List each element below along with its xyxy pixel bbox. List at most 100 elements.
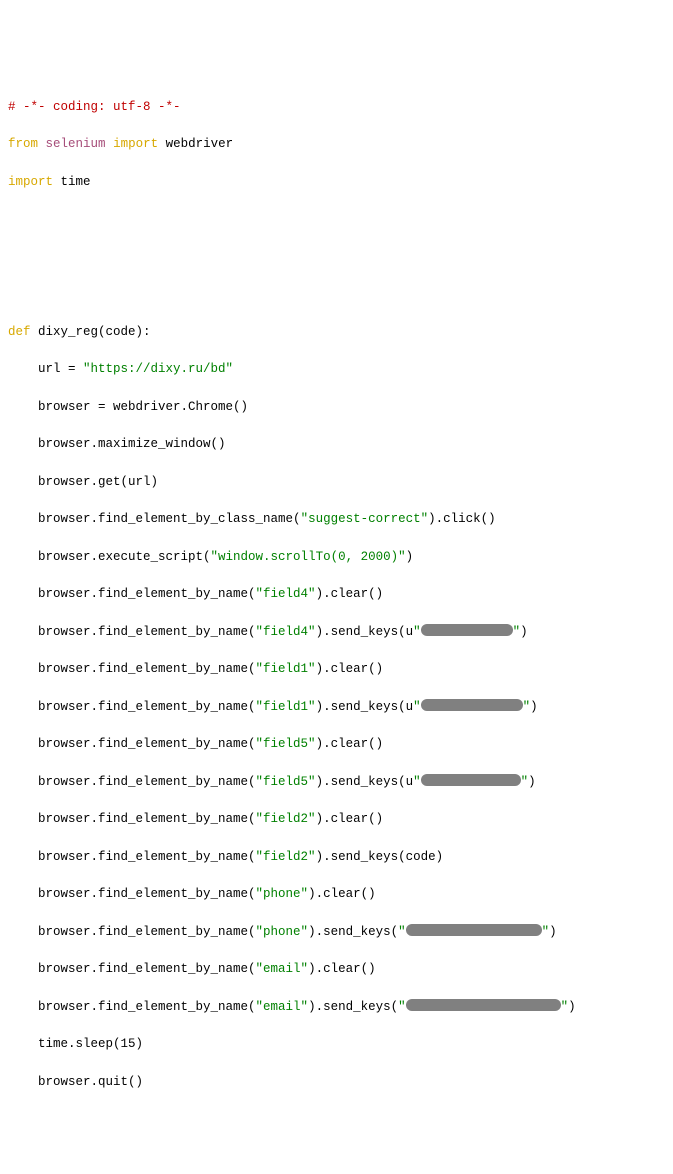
string-literal: "	[413, 700, 421, 714]
string-literal: "	[542, 925, 550, 939]
code-line: import time	[8, 173, 665, 192]
code: )	[528, 775, 536, 789]
code: ).send_keys(	[308, 1000, 398, 1014]
code: ).clear()	[316, 737, 384, 751]
code-line: browser.find_element_by_name("email").se…	[8, 998, 665, 1017]
code: browser.find_element_by_name(	[8, 662, 256, 676]
code-line: def dixy_reg(code):	[8, 323, 665, 342]
code-editor[interactable]: # -*- coding: utf-8 -*- from selenium im…	[8, 79, 665, 1174]
code-line: browser.find_element_by_name("field5").c…	[8, 735, 665, 754]
code: browser.find_element_by_name(	[8, 737, 256, 751]
code-line: time.sleep(15)	[8, 1035, 665, 1054]
code-line: url = "https://dixy.ru/bd"	[8, 360, 665, 379]
code: ).clear()	[308, 962, 376, 976]
keyword-from: from	[8, 137, 38, 151]
code: url =	[8, 362, 83, 376]
keyword-import: import	[8, 175, 53, 189]
code: browser.find_element_by_name(	[8, 812, 256, 826]
code: )	[530, 700, 538, 714]
comment: # -*- coding: utf-8 -*-	[8, 100, 181, 114]
code: browser.find_element_by_class_name(	[8, 512, 301, 526]
module-name: selenium	[46, 137, 106, 151]
code-line: browser.find_element_by_name("phone").cl…	[8, 885, 665, 904]
code-line: browser.quit()	[8, 1073, 665, 1092]
code: browser = webdriver.Chrome()	[8, 400, 248, 414]
code: browser.find_element_by_name(	[8, 887, 256, 901]
function-signature: dixy_reg(code):	[31, 325, 151, 339]
code: ).send_keys(	[308, 925, 398, 939]
code-line: browser.find_element_by_name("field1").c…	[8, 660, 665, 679]
code-line: browser.execute_script("window.scrollTo(…	[8, 548, 665, 567]
string-literal: "	[398, 925, 406, 939]
string-literal: "email"	[256, 962, 309, 976]
string-literal: "field1"	[256, 662, 316, 676]
code: browser.quit()	[8, 1075, 143, 1089]
code: browser.find_element_by_name(	[8, 1000, 256, 1014]
code: browser.find_element_by_name(	[8, 850, 256, 864]
identifier: webdriver	[166, 137, 234, 151]
code-line: browser.find_element_by_name("email").cl…	[8, 960, 665, 979]
code-line: browser.find_element_by_name("field4").s…	[8, 623, 665, 642]
string-literal: "field1"	[256, 700, 316, 714]
code: browser.find_element_by_name(	[8, 587, 256, 601]
string-literal: "field2"	[256, 812, 316, 826]
keyword-def: def	[8, 325, 31, 339]
code-line: from selenium import webdriver	[8, 135, 665, 154]
redacted-text	[421, 699, 523, 711]
blank-line	[8, 210, 665, 229]
code-line: browser.find_element_by_name("field2").c…	[8, 810, 665, 829]
code-line: browser.find_element_by_name("field1").s…	[8, 698, 665, 717]
code-line: browser.find_element_by_name("field5").s…	[8, 773, 665, 792]
string-literal: "	[523, 700, 531, 714]
string-literal: "field4"	[256, 587, 316, 601]
code: )	[406, 550, 414, 564]
string-literal: "email"	[256, 1000, 309, 1014]
code-line: browser.get(url)	[8, 473, 665, 492]
code-line: # -*- coding: utf-8 -*-	[8, 98, 665, 117]
string-literal: "https://dixy.ru/bd"	[83, 362, 233, 376]
code-line: browser.maximize_window()	[8, 435, 665, 454]
code: browser.find_element_by_name(	[8, 700, 256, 714]
redacted-text	[421, 774, 521, 786]
blank-line	[8, 248, 665, 267]
string-literal: "field2"	[256, 850, 316, 864]
code: ).clear()	[316, 587, 384, 601]
code: browser.find_element_by_name(	[8, 775, 256, 789]
code: ).send_keys(code)	[316, 850, 444, 864]
code-line: browser = webdriver.Chrome()	[8, 398, 665, 417]
string-literal: "field5"	[256, 775, 316, 789]
string-literal: "suggest-correct"	[301, 512, 429, 526]
code: browser.find_element_by_name(	[8, 962, 256, 976]
string-literal: "phone"	[256, 925, 309, 939]
code: ).send_keys(u	[316, 700, 414, 714]
string-literal: "	[398, 1000, 406, 1014]
code: browser.find_element_by_name(	[8, 625, 256, 639]
blank-line	[8, 1148, 665, 1167]
code: browser.execute_script(	[8, 550, 211, 564]
code-line: browser.find_element_by_name("phone").se…	[8, 923, 665, 942]
number-literal: 15	[121, 1037, 136, 1051]
code-line: browser.find_element_by_name("field4").c…	[8, 585, 665, 604]
code: )	[549, 925, 557, 939]
code: ).clear()	[316, 812, 384, 826]
keyword-import: import	[113, 137, 158, 151]
string-literal: "	[521, 775, 529, 789]
string-literal: "	[561, 1000, 569, 1014]
code: ).clear()	[308, 887, 376, 901]
code: ).click()	[428, 512, 496, 526]
redacted-text	[406, 924, 542, 936]
code: )	[520, 625, 528, 639]
string-literal: "field5"	[256, 737, 316, 751]
identifier: time	[61, 175, 91, 189]
code: )	[568, 1000, 576, 1014]
code: time.sleep(	[8, 1037, 121, 1051]
string-literal: "phone"	[256, 887, 309, 901]
code: browser.get(url)	[8, 475, 158, 489]
code-line: browser.find_element_by_name("field2").s…	[8, 848, 665, 867]
string-literal: "window.scrollTo(0, 2000)"	[211, 550, 406, 564]
redacted-text	[421, 624, 513, 636]
code: )	[136, 1037, 144, 1051]
string-literal: "	[413, 775, 421, 789]
blank-line	[8, 285, 665, 304]
blank-line	[8, 1110, 665, 1129]
